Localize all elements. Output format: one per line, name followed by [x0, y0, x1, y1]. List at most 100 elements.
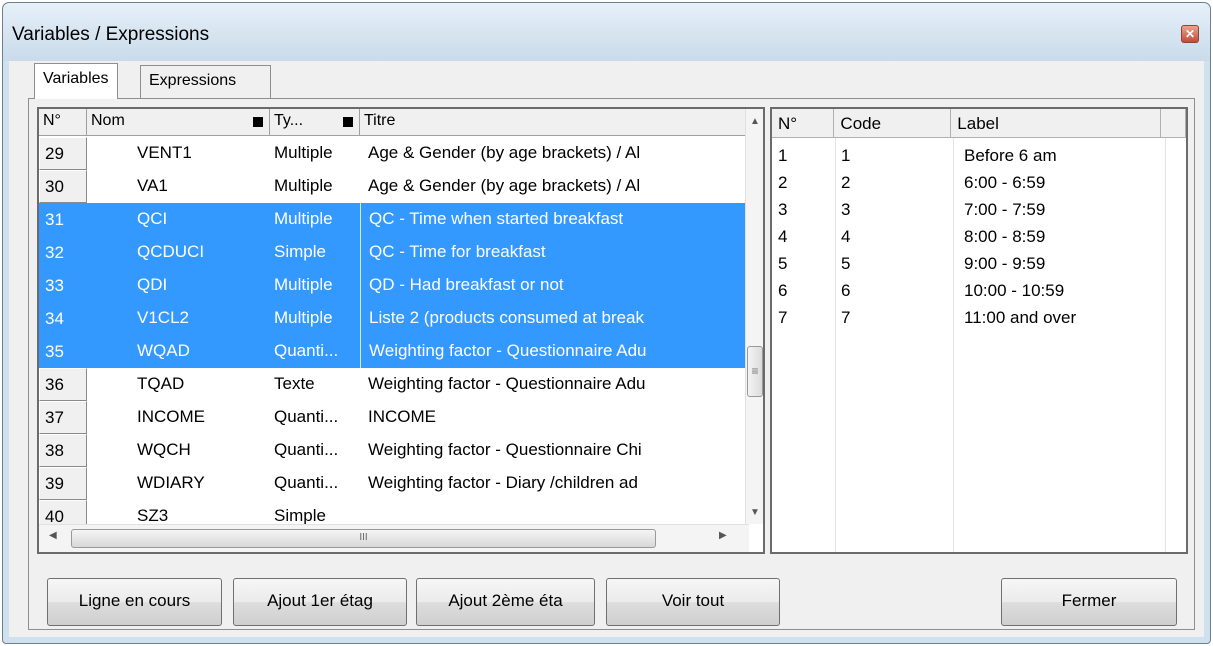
- vertical-scroll-thumb[interactable]: ≡: [747, 346, 763, 397]
- variable-name-cell[interactable]: QCI: [87, 203, 270, 236]
- list-item[interactable]: 5 5 9:00 - 9:59: [772, 253, 1186, 280]
- code-label-cell[interactable]: 8:00 - 8:59: [953, 226, 1165, 253]
- variable-name-cell[interactable]: WQAD: [87, 335, 270, 368]
- code-value-cell[interactable]: 3: [835, 199, 953, 226]
- variable-type-cell[interactable]: Multiple: [270, 137, 360, 170]
- code-number-cell[interactable]: 6: [772, 280, 835, 307]
- ligne-en-cours-button[interactable]: Ligne en cours: [47, 578, 222, 626]
- code-label-cell[interactable]: 11:00 and over: [953, 307, 1165, 334]
- table-row[interactable]: 35 WQAD Quanti... Weighting factor - Questi…: [39, 335, 749, 368]
- table-row[interactable]: 31 QCI Multiple QC - Time when started brea…: [39, 203, 749, 236]
- column-header-type[interactable]: Ty...: [270, 109, 360, 136]
- column-header-titre[interactable]: Titre: [360, 109, 749, 136]
- tab-expressions[interactable]: Expressions: [140, 65, 271, 98]
- list-item[interactable]: 6 6 10:00 - 10:59: [772, 280, 1186, 307]
- code-number-cell[interactable]: 3: [772, 199, 835, 226]
- variable-type-cell[interactable]: Multiple: [270, 269, 360, 302]
- row-number-cell[interactable]: 34: [39, 302, 87, 335]
- code-value-cell[interactable]: 5: [835, 253, 953, 280]
- column-header-no[interactable]: N°: [39, 109, 87, 136]
- table-row[interactable]: 39 WDIARY Quanti... Weighting factor - Diar…: [39, 467, 749, 500]
- voir-tout-button[interactable]: Voir tout: [606, 578, 780, 626]
- code-number-cell[interactable]: 1: [772, 145, 835, 172]
- variable-title-cell[interactable]: Weighting factor - Questionnaire Chi: [360, 434, 749, 467]
- variable-title-cell[interactable]: Age & Gender (by age brackets) / Al: [360, 170, 749, 203]
- variable-name-cell[interactable]: TQAD: [87, 368, 270, 401]
- variable-name-cell[interactable]: V1CL2: [87, 302, 270, 335]
- codes-grid[interactable]: N° Code Label 1 1 Before 6 am 2 2 6:00 - 6:59…: [770, 107, 1188, 554]
- code-number-cell[interactable]: 7: [772, 307, 835, 334]
- tab-variables[interactable]: Variables: [34, 63, 118, 99]
- variable-type-cell[interactable]: Quanti...: [270, 434, 360, 467]
- variable-name-cell[interactable]: QDI: [87, 269, 270, 302]
- table-row[interactable]: 36 TQAD Texte Weighting factor - Questionna…: [39, 368, 749, 401]
- scroll-down-icon[interactable]: ▼: [746, 504, 763, 522]
- table-row[interactable]: 30 VA1 Multiple Age & Gender (by age bracke…: [39, 170, 749, 203]
- horizontal-scroll-thumb[interactable]: III: [71, 529, 656, 548]
- table-row[interactable]: 37 INCOME Quanti... INCOME: [39, 401, 749, 434]
- scroll-up-icon[interactable]: ▲: [746, 113, 763, 131]
- code-value-cell[interactable]: 7: [835, 307, 953, 334]
- table-row[interactable]: 34 V1CL2 Multiple Liste 2 (products consume…: [39, 302, 749, 335]
- column-header-code-no[interactable]: N°: [772, 109, 835, 138]
- variable-title-cell[interactable]: Weighting factor - Questionnaire Adu: [360, 335, 749, 368]
- horizontal-scrollbar[interactable]: ◀ III ▶: [39, 524, 749, 552]
- variable-title-cell[interactable]: Liste 2 (products consumed at break: [360, 302, 749, 335]
- variable-type-cell[interactable]: Multiple: [270, 203, 360, 236]
- variable-type-cell[interactable]: Simple: [270, 236, 360, 269]
- scroll-right-icon[interactable]: ▶: [719, 530, 727, 541]
- close-icon[interactable]: ✕: [1181, 25, 1199, 43]
- code-label-cell[interactable]: 6:00 - 6:59: [953, 172, 1165, 199]
- variable-name-cell[interactable]: WQCH: [87, 434, 270, 467]
- variable-title-cell[interactable]: QC - Time when started breakfast: [360, 203, 749, 236]
- variables-grid[interactable]: N° Nom Ty... Titre 29 VENT1 Multiple Age & …: [37, 107, 765, 554]
- variable-title-cell[interactable]: Age & Gender (by age brackets) / Al: [360, 137, 749, 170]
- variable-type-cell[interactable]: Quanti...: [270, 401, 360, 434]
- column-header-code[interactable]: Code: [834, 109, 952, 138]
- row-number-cell[interactable]: 36: [39, 368, 87, 401]
- variable-name-cell[interactable]: WDIARY: [87, 467, 270, 500]
- list-item[interactable]: 4 4 8:00 - 8:59: [772, 226, 1186, 253]
- variable-type-cell[interactable]: Multiple: [270, 302, 360, 335]
- code-number-cell[interactable]: 4: [772, 226, 835, 253]
- row-number-cell[interactable]: 30: [39, 170, 87, 203]
- code-value-cell[interactable]: 4: [835, 226, 953, 253]
- row-number-cell[interactable]: 35: [39, 335, 87, 368]
- column-header-label[interactable]: Label: [951, 109, 1162, 138]
- code-value-cell[interactable]: 6: [835, 280, 953, 307]
- row-number-cell[interactable]: 37: [39, 401, 87, 434]
- row-number-cell[interactable]: 33: [39, 269, 87, 302]
- list-item[interactable]: 2 2 6:00 - 6:59: [772, 172, 1186, 199]
- variable-title-cell[interactable]: Weighting factor - Questionnaire Adu: [360, 368, 749, 401]
- code-value-cell[interactable]: 2: [835, 172, 953, 199]
- code-label-cell[interactable]: Before 6 am: [953, 145, 1165, 172]
- table-row[interactable]: 33 QDI Multiple QD - Had breakfast or not: [39, 269, 749, 302]
- variable-type-cell[interactable]: Multiple: [270, 170, 360, 203]
- row-number-cell[interactable]: 29: [39, 137, 87, 170]
- code-value-cell[interactable]: 1: [835, 145, 953, 172]
- row-number-cell[interactable]: 38: [39, 434, 87, 467]
- row-number-cell[interactable]: 39: [39, 467, 87, 500]
- vertical-scrollbar[interactable]: ▲ ≡ ▼: [745, 109, 763, 524]
- row-number-cell[interactable]: 32: [39, 236, 87, 269]
- code-number-cell[interactable]: 2: [772, 172, 835, 199]
- variable-title-cell[interactable]: QC - Time for breakfast: [360, 236, 749, 269]
- row-number-cell[interactable]: 31: [39, 203, 87, 236]
- title-bar[interactable]: Variables / Expressions ✕: [3, 3, 1210, 61]
- variable-name-cell[interactable]: QCDUCI: [87, 236, 270, 269]
- variable-type-cell[interactable]: Texte: [270, 368, 360, 401]
- code-number-cell[interactable]: 5: [772, 253, 835, 280]
- code-label-cell[interactable]: 7:00 - 7:59: [953, 199, 1165, 226]
- list-item[interactable]: 3 3 7:00 - 7:59: [772, 199, 1186, 226]
- fermer-button[interactable]: Fermer: [1001, 578, 1177, 626]
- code-label-cell[interactable]: 9:00 - 9:59: [953, 253, 1165, 280]
- variable-type-cell[interactable]: Quanti...: [270, 335, 360, 368]
- ajout-1er-etage-button[interactable]: Ajout 1er étag: [233, 578, 407, 626]
- variable-name-cell[interactable]: VA1: [87, 170, 270, 203]
- scroll-left-icon[interactable]: ◀: [49, 530, 57, 541]
- variable-title-cell[interactable]: Weighting factor - Diary /children ad: [360, 467, 749, 500]
- table-row[interactable]: 32 QCDUCI Simple QC - Time for breakfast: [39, 236, 749, 269]
- table-row[interactable]: 38 WQCH Quanti... Weighting factor - Questi…: [39, 434, 749, 467]
- list-item[interactable]: 1 1 Before 6 am: [772, 145, 1186, 172]
- variable-name-cell[interactable]: VENT1: [87, 137, 270, 170]
